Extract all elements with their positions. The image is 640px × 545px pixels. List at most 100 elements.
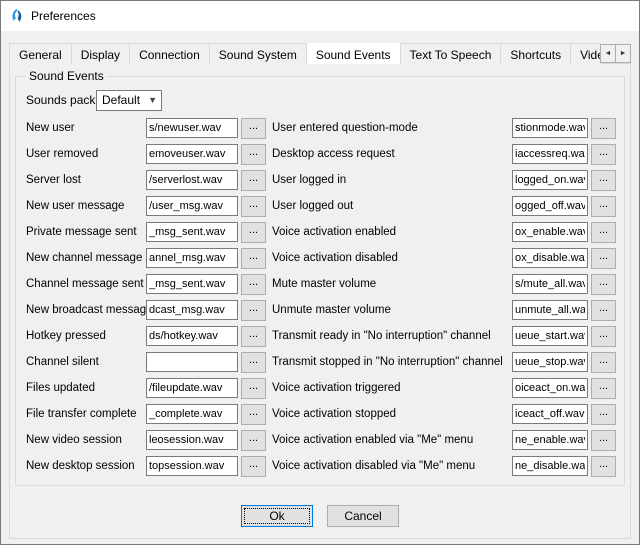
sound-file-input[interactable] — [512, 170, 588, 190]
browse-button[interactable]: ... — [591, 352, 616, 373]
browse-button[interactable]: ... — [241, 378, 266, 399]
app-icon — [9, 8, 25, 24]
sound-file-input[interactable] — [146, 352, 238, 372]
sound-event-label: Channel silent — [26, 356, 146, 368]
sound-event-row: User logged in... — [272, 167, 616, 193]
sound-file-input[interactable] — [512, 196, 588, 216]
browse-button[interactable]: ... — [591, 300, 616, 321]
sound-file-input[interactable] — [146, 378, 238, 398]
sound-events-groupbox: Sound Events Sounds pack Default ▼ New u… — [15, 69, 625, 486]
cancel-button[interactable]: Cancel — [327, 505, 399, 527]
browse-button[interactable]: ... — [241, 300, 266, 321]
browse-button[interactable]: ... — [591, 144, 616, 165]
sound-event-label: New video session — [26, 434, 146, 446]
tab-scroll-left-button[interactable]: ◄ — [600, 44, 616, 63]
tab-sound-events[interactable]: Sound Events — [306, 43, 401, 64]
browse-button[interactable]: ... — [591, 118, 616, 139]
browse-button[interactable]: ... — [241, 144, 266, 165]
sound-file-input[interactable] — [146, 222, 238, 242]
sound-event-label: Unmute master volume — [272, 304, 512, 316]
sound-events-right-column: User entered question-mode...Desktop acc… — [272, 115, 616, 479]
tab-scroll-right-button[interactable]: ► — [615, 44, 631, 63]
sounds-pack-select[interactable]: Default ▼ — [96, 90, 162, 111]
window-title: Preferences — [31, 9, 96, 23]
sound-file-input[interactable] — [512, 430, 588, 450]
browse-button[interactable]: ... — [241, 404, 266, 425]
browse-button[interactable]: ... — [241, 196, 266, 217]
sound-file-input[interactable] — [146, 404, 238, 424]
sound-event-row: New user message... — [26, 193, 266, 219]
browse-button[interactable]: ... — [591, 274, 616, 295]
ok-button[interactable]: Ok — [241, 505, 313, 527]
sound-event-label: New desktop session — [26, 460, 146, 472]
sound-file-input[interactable] — [512, 248, 588, 268]
browse-button[interactable]: ... — [241, 326, 266, 347]
browse-button[interactable]: ... — [241, 274, 266, 295]
sound-file-input[interactable] — [146, 300, 238, 320]
browse-button[interactable]: ... — [241, 118, 266, 139]
sound-event-label: User logged in — [272, 174, 512, 186]
browse-button[interactable]: ... — [591, 404, 616, 425]
sound-file-input[interactable] — [146, 170, 238, 190]
sound-event-label: Voice activation disabled — [272, 252, 512, 264]
sound-file-input[interactable] — [512, 352, 588, 372]
sound-file-input[interactable] — [512, 404, 588, 424]
sound-event-row: Voice activation disabled via "Me" menu.… — [272, 453, 616, 479]
sound-event-label: Server lost — [26, 174, 146, 186]
sound-file-input[interactable] — [146, 144, 238, 164]
sound-event-label: Voice activation disabled via "Me" menu — [272, 460, 512, 472]
sound-event-label: Private message sent — [26, 226, 146, 238]
sound-event-row: Hotkey pressed... — [26, 323, 266, 349]
tab-video[interactable]: Video — [570, 43, 601, 64]
sound-file-input[interactable] — [512, 456, 588, 476]
browse-button[interactable]: ... — [591, 326, 616, 347]
sound-file-input[interactable] — [512, 144, 588, 164]
sound-file-input[interactable] — [146, 196, 238, 216]
browse-button[interactable]: ... — [241, 430, 266, 451]
tab-sound-system[interactable]: Sound System — [209, 43, 307, 64]
browse-button[interactable]: ... — [241, 170, 266, 191]
sound-event-row: Voice activation disabled... — [272, 245, 616, 271]
sound-file-input[interactable] — [146, 274, 238, 294]
tab-text-to-speech[interactable]: Text To Speech — [400, 43, 502, 64]
tab-connection[interactable]: Connection — [129, 43, 210, 64]
sound-event-row: Channel message sent... — [26, 271, 266, 297]
sound-event-label: Voice activation stopped — [272, 408, 512, 420]
sound-event-row: New user... — [26, 115, 266, 141]
sound-event-label: Files updated — [26, 382, 146, 394]
sound-event-row: Voice activation enabled via "Me" menu..… — [272, 427, 616, 453]
sound-file-input[interactable] — [512, 222, 588, 242]
browse-button[interactable]: ... — [241, 352, 266, 373]
sound-file-input[interactable] — [512, 326, 588, 346]
sound-file-input[interactable] — [512, 274, 588, 294]
browse-button[interactable]: ... — [591, 248, 616, 269]
sound-event-label: User logged out — [272, 200, 512, 212]
sound-file-input[interactable] — [512, 300, 588, 320]
sound-event-label: User removed — [26, 148, 146, 160]
sound-event-row: Transmit stopped in "No interruption" ch… — [272, 349, 616, 375]
sound-event-label: Mute master volume — [272, 278, 512, 290]
sound-file-input[interactable] — [146, 248, 238, 268]
browse-button[interactable]: ... — [241, 456, 266, 477]
browse-button[interactable]: ... — [591, 378, 616, 399]
sound-file-input[interactable] — [512, 118, 588, 138]
sound-file-input[interactable] — [146, 118, 238, 138]
tab-general[interactable]: General — [9, 43, 72, 64]
browse-button[interactable]: ... — [241, 248, 266, 269]
sound-event-row: Private message sent... — [26, 219, 266, 245]
tab-shortcuts[interactable]: Shortcuts — [500, 43, 571, 64]
sound-event-row: Voice activation stopped... — [272, 401, 616, 427]
sound-file-input[interactable] — [146, 456, 238, 476]
dialog-footer: Ok Cancel — [15, 497, 625, 533]
sound-file-input[interactable] — [512, 378, 588, 398]
sound-file-input[interactable] — [146, 430, 238, 450]
browse-button[interactable]: ... — [241, 222, 266, 243]
browse-button[interactable]: ... — [591, 196, 616, 217]
browse-button[interactable]: ... — [591, 456, 616, 477]
preferences-window: Preferences GeneralDisplayConnectionSoun… — [0, 0, 640, 545]
tab-display[interactable]: Display — [71, 43, 130, 64]
browse-button[interactable]: ... — [591, 222, 616, 243]
browse-button[interactable]: ... — [591, 430, 616, 451]
sound-file-input[interactable] — [146, 326, 238, 346]
browse-button[interactable]: ... — [591, 170, 616, 191]
